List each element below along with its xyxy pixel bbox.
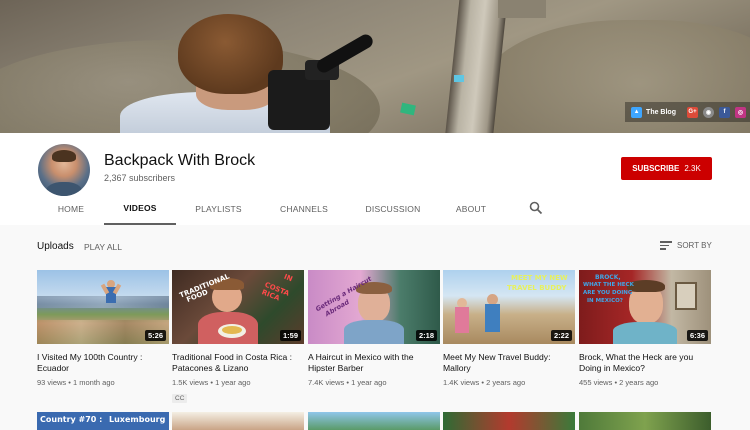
subscribe-button[interactable]: SUBSCRIBE 2.3K: [621, 157, 712, 180]
thumbnail-text: WHAT THE HECK: [583, 282, 634, 288]
thumbnail-text: COSTA RICA: [260, 280, 291, 303]
subscribe-count: 2.3K: [684, 164, 701, 173]
video-thumbnail[interactable]: 5:26: [37, 270, 169, 344]
video-title[interactable]: Brock, What the Heck are you Doing in Me…: [579, 352, 711, 374]
video-meta: 7.4K views • 1 year ago: [308, 378, 387, 387]
banner-links: ▲ The Blog G+ ◉ f ◎: [625, 102, 750, 122]
sort-by-button[interactable]: SORT BY: [660, 240, 712, 250]
video-thumbnail[interactable]: [443, 412, 575, 430]
instagram-icon[interactable]: ◎: [735, 106, 746, 118]
tab-videos[interactable]: VIDEOS: [104, 193, 176, 225]
banner-link-blog-label: The Blog: [646, 108, 676, 116]
sort-by-label: SORT BY: [677, 240, 712, 250]
blog-icon: ▲: [631, 106, 643, 118]
tab-about[interactable]: ABOUT: [439, 193, 503, 225]
video-thumbnail[interactable]: Getting a Haircut Abroad 2:18: [308, 270, 440, 344]
view-count: 7.4K views: [308, 378, 345, 387]
upload-age: 2 years ago: [619, 378, 659, 387]
website-icon[interactable]: ◉: [703, 106, 714, 118]
video-thumbnail[interactable]: MEET MY NEW TRAVEL BUDDY 2:22: [443, 270, 575, 344]
upload-age: 1 month ago: [72, 378, 115, 387]
channel-name: Backpack With Brock: [104, 152, 256, 169]
tab-home[interactable]: HOME: [38, 193, 104, 225]
subscriber-count: 2,367 subscribers: [104, 173, 176, 183]
video-thumbnail[interactable]: Country #70 : Luxembourg: [37, 412, 169, 430]
thumbnail-text: BROCK,: [595, 274, 621, 281]
video-thumbnail[interactable]: TRADITIONAL FOOD IN COSTA RICA 1:59: [172, 270, 304, 344]
video-card[interactable]: TRADITIONAL FOOD IN COSTA RICA 1:59 Trad…: [172, 270, 304, 405]
video-title[interactable]: Meet My New Travel Buddy: Mallory: [443, 352, 575, 374]
video-meta: 1.5K views • 1 year ago: [172, 378, 251, 387]
video-duration: 2:18: [415, 330, 437, 341]
upload-age: 1 year ago: [351, 378, 387, 387]
upload-age: 2 years ago: [486, 378, 526, 387]
closed-captions-badge: CC: [172, 394, 188, 403]
channel-tabs: HOME VIDEOS PLAYLISTS CHANNELS DISCUSSIO…: [38, 193, 503, 225]
channel-avatar[interactable]: [38, 144, 90, 196]
thumbnail-text: TRAVEL BUDDY: [507, 284, 567, 292]
section-title: Uploads: [37, 241, 74, 252]
video-duration: 1:59: [279, 330, 301, 341]
video-duration: 2:22: [550, 330, 572, 341]
video-thumbnail[interactable]: [579, 412, 711, 430]
video-card[interactable]: MEET MY NEW TRAVEL BUDDY 2:22 Meet My Ne…: [443, 270, 575, 387]
thumbnail-text: ARE YOU DOING: [583, 290, 633, 296]
video-card[interactable]: Getting a Haircut Abroad 2:18 A Haircut …: [308, 270, 440, 387]
view-count: 1.4K views: [443, 378, 480, 387]
tab-discussion[interactable]: DISCUSSION: [347, 193, 439, 225]
video-meta: 1.4K views • 2 years ago: [443, 378, 526, 387]
video-duration: 6:36: [686, 330, 708, 341]
tab-playlists[interactable]: PLAYLISTS: [176, 193, 261, 225]
view-count: 455 views: [579, 378, 613, 387]
video-thumbnail[interactable]: [308, 412, 440, 430]
thumbnail-text: Luxembourg: [109, 415, 166, 424]
channel-banner: ▲ The Blog G+ ◉ f ◎: [0, 0, 750, 133]
upload-age: 1 year ago: [215, 378, 251, 387]
view-count: 1.5K views: [172, 378, 209, 387]
subscribe-label: SUBSCRIBE: [632, 164, 680, 173]
video-card[interactable]: 5:26 I Visited My 100th Country : Ecuado…: [37, 270, 169, 387]
tab-channels[interactable]: CHANNELS: [261, 193, 347, 225]
video-title[interactable]: A Haircut in Mexico with the Hipster Bar…: [308, 352, 440, 374]
view-count: 93 views: [37, 378, 67, 387]
video-thumbnail[interactable]: BROCK, WHAT THE HECK ARE YOU DOING IN ME…: [579, 270, 711, 344]
video-title[interactable]: Traditional Food in Costa Rica : Patacon…: [172, 352, 304, 374]
sort-icon: [660, 240, 672, 250]
video-card[interactable]: BROCK, WHAT THE HECK ARE YOU DOING IN ME…: [579, 270, 711, 387]
video-meta: 93 views • 1 month ago: [37, 378, 115, 387]
search-icon[interactable]: [529, 201, 543, 215]
video-title[interactable]: I Visited My 100th Country : Ecuador: [37, 352, 169, 374]
thumbnail-text: Country #70 :: [40, 415, 103, 424]
video-duration: 5:26: [144, 330, 166, 341]
thumbnail-text: IN MEXICO?: [587, 298, 623, 304]
google-plus-icon[interactable]: G+: [687, 106, 698, 118]
play-all-button[interactable]: PLAY ALL: [84, 242, 122, 252]
video-thumbnail[interactable]: [172, 412, 304, 430]
thumbnail-text: IN: [282, 272, 294, 284]
thumbnail-text: MEET MY NEW: [511, 274, 568, 282]
video-meta: 455 views • 2 years ago: [579, 378, 659, 387]
facebook-icon[interactable]: f: [719, 106, 730, 118]
banner-link-blog[interactable]: ▲ The Blog: [631, 106, 676, 118]
